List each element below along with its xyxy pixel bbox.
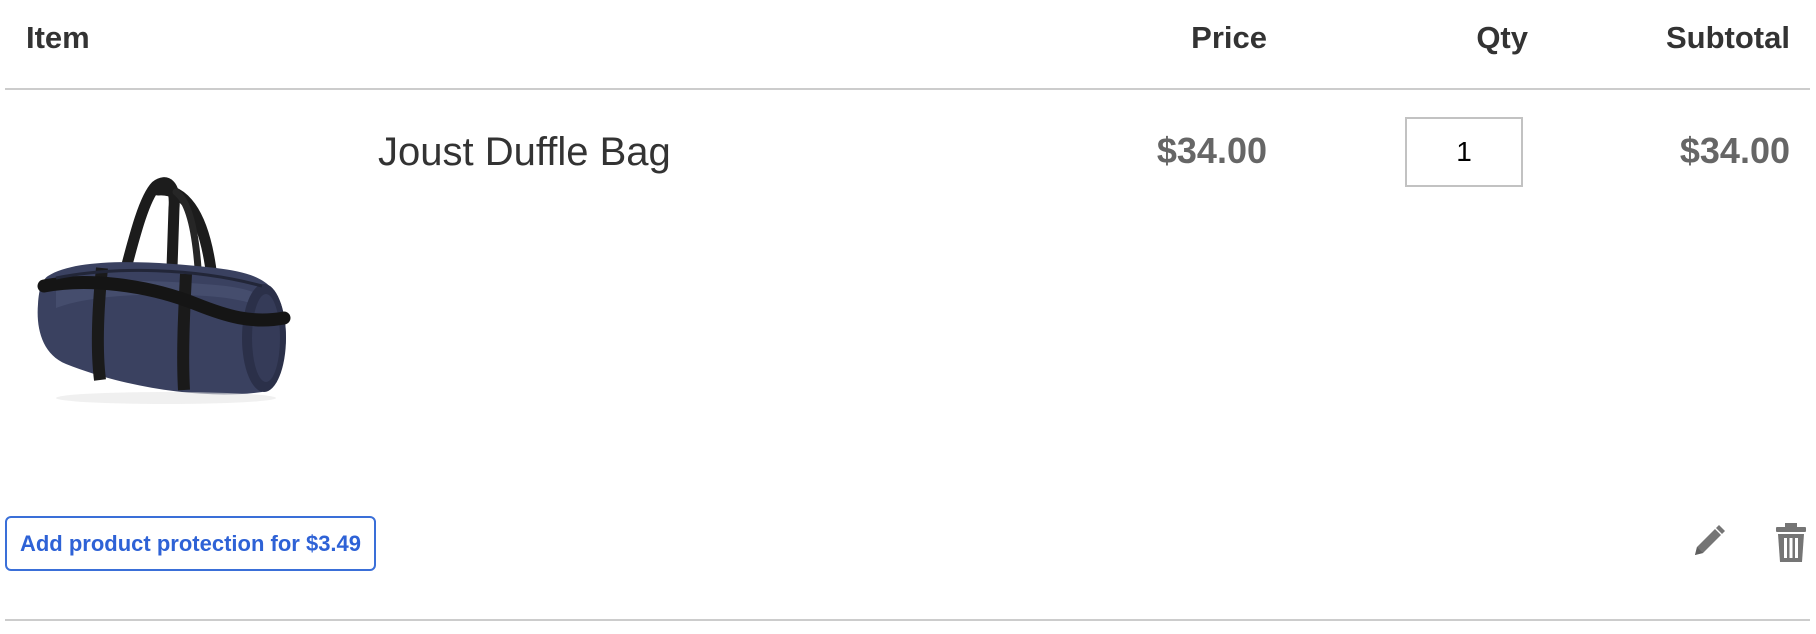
cart-table: Item Price Qty Subtotal Joust Duffle Bag… <box>0 0 1816 634</box>
row-divider <box>5 619 1810 621</box>
item-subtotal: $34.00 <box>1679 130 1790 171</box>
column-header-qty: Qty <box>1476 20 1528 55</box>
column-header-item: Item <box>26 20 90 55</box>
qty-input[interactable] <box>1405 117 1523 187</box>
edit-item-button[interactable] <box>1686 520 1730 564</box>
header-divider <box>5 88 1810 90</box>
add-protection-button[interactable]: Add product protection for $3.49 <box>5 516 376 571</box>
duffle-bag-image <box>37 177 291 404</box>
trash-icon <box>1776 523 1806 562</box>
product-name-link[interactable]: Joust Duffle Bag <box>378 128 671 176</box>
column-header-price: Price <box>1191 20 1267 55</box>
pencil-icon <box>1695 525 1725 555</box>
product-image-link[interactable] <box>26 128 306 458</box>
column-header-subtotal: Subtotal <box>1666 20 1790 55</box>
delete-item-button[interactable] <box>1769 520 1813 564</box>
item-price: $34.00 <box>1156 130 1267 171</box>
